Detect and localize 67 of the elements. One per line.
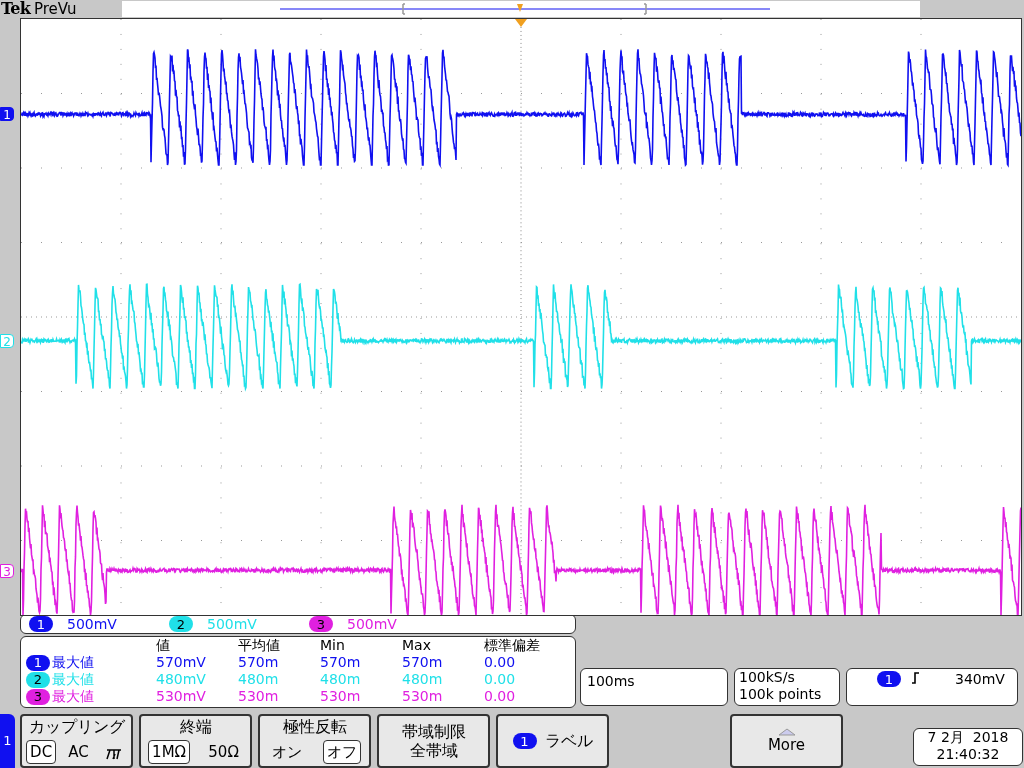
option[interactable]: 1MΩ bbox=[148, 740, 191, 764]
measurement-value: 570m bbox=[320, 654, 362, 671]
option[interactable]: オフ bbox=[322, 740, 361, 764]
measurement-value: 570m bbox=[402, 654, 444, 671]
channel-badge: 1 bbox=[512, 733, 537, 749]
menu-button[interactable]: 終端 1MΩ 50Ω bbox=[139, 714, 252, 768]
channel-scale: 500mV bbox=[207, 614, 257, 634]
trigger-level: 340mV bbox=[955, 671, 1005, 687]
date: 7 2月 2018 bbox=[927, 729, 1009, 746]
channel-marker: 3 bbox=[0, 564, 14, 579]
sample-rate: 100kS/s bbox=[739, 669, 796, 686]
column-header: 平均値 bbox=[238, 637, 281, 654]
record-length: 100k points bbox=[739, 686, 823, 703]
rising-edge-icon bbox=[911, 671, 921, 685]
up-triangle-icon bbox=[777, 728, 796, 736]
measurement-value: 480m bbox=[402, 671, 444, 688]
channel-badge: 2 bbox=[26, 671, 50, 688]
column-header: 値 bbox=[156, 637, 171, 654]
measurement-value: 480m bbox=[320, 671, 362, 688]
channel-scale: 500mV bbox=[347, 614, 397, 634]
channel-badge: 1 bbox=[26, 654, 50, 671]
column-header: Max bbox=[402, 637, 432, 654]
more-button[interactable]: More bbox=[730, 714, 843, 768]
column-header: 標準偏差 bbox=[484, 637, 541, 654]
menu-button[interactable]: 1 ラベル bbox=[496, 714, 609, 768]
channel-badge: 1 bbox=[29, 616, 53, 632]
menu-button-text: 帯域制限 bbox=[401, 722, 466, 741]
channel-menu-tab[interactable]: 1 bbox=[0, 714, 15, 768]
option[interactable]: AC bbox=[64, 740, 93, 764]
measurement-value: 570mV bbox=[156, 654, 207, 671]
measurement-value: 480m bbox=[238, 671, 280, 688]
menu-button-title: カップリング bbox=[28, 717, 125, 737]
option[interactable]: オン bbox=[268, 740, 307, 764]
measurement-value: 530mV bbox=[156, 688, 207, 705]
trigger-position-icon bbox=[515, 19, 527, 27]
menu-button-text: ラベル bbox=[544, 730, 593, 752]
measurement-value: 530m bbox=[402, 688, 444, 705]
menu-button-text: 全帯域 bbox=[409, 741, 458, 760]
channel-marker: 1 bbox=[0, 106, 14, 121]
option[interactable]: DC bbox=[26, 740, 57, 764]
measurement-name: 最大値 bbox=[52, 688, 94, 705]
measurement-value: 530m bbox=[238, 688, 280, 705]
measurement-value: 0.00 bbox=[484, 654, 517, 671]
measurement-value: 530m bbox=[320, 688, 362, 705]
menu-button[interactable]: カップリング DC AC bbox=[20, 714, 133, 768]
time: 21:40:32 bbox=[936, 746, 1000, 763]
measurement-value: 480mV bbox=[156, 671, 207, 688]
menu-button-title: 極性反転 bbox=[282, 717, 347, 737]
menu-button-title: 終端 bbox=[179, 717, 212, 737]
channel-badge: 2 bbox=[169, 616, 193, 632]
measurement-value: 0.00 bbox=[484, 671, 517, 688]
mode-label: PreVu bbox=[33, 0, 77, 18]
channel-marker: 2 bbox=[0, 333, 14, 348]
option[interactable]: 50Ω bbox=[204, 740, 243, 764]
channel-badge: 1 bbox=[877, 671, 901, 687]
channel-badge: 3 bbox=[26, 688, 50, 705]
channel-badge: 3 bbox=[309, 616, 333, 632]
menu-button[interactable]: 帯域制限 全帯域 bbox=[377, 714, 490, 768]
horizontal-scale: 100ms bbox=[587, 673, 635, 689]
column-header: Min bbox=[320, 637, 346, 654]
measurement-value: 0.00 bbox=[484, 688, 517, 705]
channel-scale: 500mV bbox=[67, 614, 117, 634]
measurement-name: 最大値 bbox=[52, 654, 94, 671]
measurement-value: 570m bbox=[238, 654, 280, 671]
brand-logo: Tek bbox=[1, 0, 30, 18]
measurement-name: 最大値 bbox=[52, 671, 94, 688]
menu-button[interactable]: 極性反転 オン オフ bbox=[258, 714, 371, 768]
